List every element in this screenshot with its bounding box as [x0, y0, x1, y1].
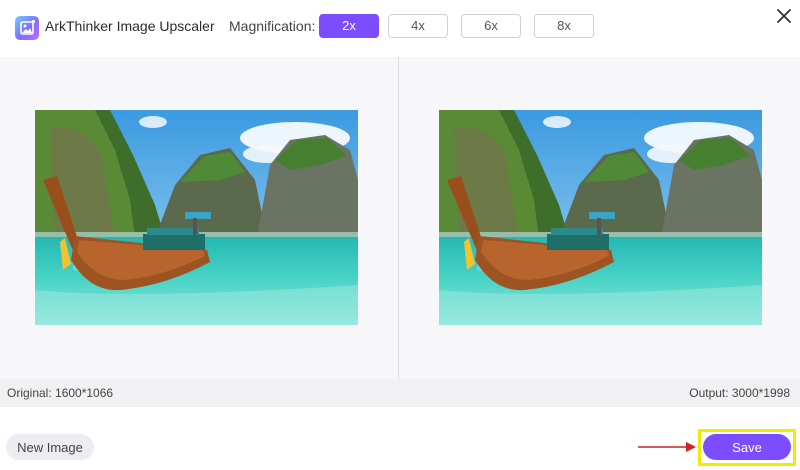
magnification-6x-button[interactable]: 6x — [461, 14, 521, 38]
resolution-info-bar: Original: 1600*1066 Output: 3000*1998 — [0, 379, 800, 407]
magnification-4x-button[interactable]: 4x — [388, 14, 448, 38]
output-image — [439, 110, 762, 325]
close-icon[interactable] — [772, 4, 796, 28]
original-image — [35, 110, 358, 325]
preview-area — [0, 57, 800, 379]
footer-bar: New Image Save — [0, 407, 800, 470]
magnification-8x-button[interactable]: 8x — [534, 14, 594, 38]
header-bar: ArkThinker Image Upscaler Magnification:… — [0, 0, 800, 56]
magnification-label: Magnification: — [229, 18, 316, 34]
app-logo-icon — [15, 16, 39, 40]
save-button[interactable]: Save — [703, 434, 791, 460]
app-title: ArkThinker Image Upscaler — [45, 18, 215, 34]
original-resolution-label: Original: 1600*1066 — [7, 386, 114, 400]
arrow-right-icon — [638, 442, 696, 452]
preview-divider — [398, 57, 399, 379]
new-image-button[interactable]: New Image — [6, 434, 94, 460]
output-resolution-label: Output: 3000*1998 — [689, 386, 790, 400]
magnification-2x-button[interactable]: 2x — [319, 14, 379, 38]
